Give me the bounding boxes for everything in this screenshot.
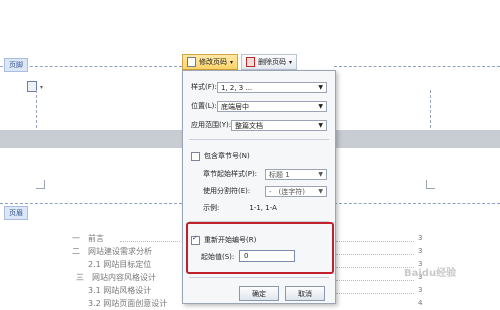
toc-entry: 2.1 网站目标定位 — [88, 260, 152, 269]
modify-page-number-button[interactable]: 修改页码 ▾ — [182, 54, 239, 70]
header-section-tag[interactable]: 页眉 — [4, 206, 28, 220]
scope-row: 应用范围(Y): — [191, 120, 231, 130]
toc-entry: 3.2 网站页面创意设计 — [88, 299, 168, 308]
chapter-style-select[interactable]: 标题 1 ▼ — [265, 169, 327, 180]
toc-leader — [336, 254, 414, 255]
chevron-down-icon: ▾ — [230, 58, 234, 66]
include-chapter-checkbox[interactable]: 包含章节号(N) — [191, 151, 250, 161]
chevron-down-icon: ▾ — [289, 58, 293, 66]
footer-boundary-line — [334, 66, 500, 67]
style-value: 1, 2, 3 ... — [221, 83, 253, 92]
delete-page-number-label: 删除页码 — [258, 58, 287, 66]
margin-corner-mark — [36, 180, 45, 189]
chapter-style-value: 标题 1 — [269, 170, 290, 179]
margin-guide — [36, 90, 37, 128]
chevron-down-icon: ▼ — [318, 84, 323, 91]
toc-entry: 一 前言 — [72, 234, 104, 243]
separator-select[interactable]: - (连字符) ▼ — [265, 186, 327, 197]
watermark-logo: Baidu经验 — [404, 268, 457, 279]
cancel-button[interactable]: 取消 — [285, 286, 325, 301]
divider — [189, 139, 329, 140]
toc-leader — [336, 293, 414, 294]
ok-button[interactable]: 确定 — [239, 286, 279, 301]
header-boundary-line — [0, 203, 182, 204]
toc-entry: 3.1 网站风格设计 — [88, 286, 152, 295]
scope-value: 整篇文档 — [235, 121, 263, 130]
style-row: 样式(F): — [191, 82, 217, 92]
page-number-toolbar: 修改页码 ▾ 删除页码 ▾ — [182, 54, 298, 70]
modify-page-number-label: 修改页码 — [199, 58, 227, 66]
toc-page-number: 3 — [418, 286, 423, 294]
toc-leader — [120, 241, 180, 242]
toc-leader — [336, 280, 414, 281]
margin-corner-mark — [426, 180, 435, 189]
style-label: 样式(F): — [191, 83, 217, 91]
position-label: 位置(L): — [191, 102, 217, 110]
separator-label: 使用分割符(E): — [203, 187, 251, 195]
delete-page-number-button[interactable]: 删除页码 ▾ — [241, 54, 298, 70]
chapter-style-row: 章节起始样式(P): — [203, 169, 257, 179]
position-row: 位置(L): — [191, 101, 217, 111]
style-select[interactable]: 1, 2, 3 ... ▼ — [217, 82, 327, 93]
checkbox[interactable] — [191, 151, 200, 161]
red-highlight-box — [186, 222, 334, 274]
example-value: 1-1, 1-A — [249, 204, 277, 212]
toc-page-number: 3 — [418, 247, 423, 255]
delete-icon — [246, 57, 256, 67]
example-row: 示例: 1-1, 1-A — [203, 203, 277, 213]
divider — [189, 277, 329, 278]
toc-leader — [336, 267, 414, 268]
position-value: 底端居中 — [221, 102, 249, 111]
chevron-down-icon[interactable]: ▾ — [40, 84, 43, 91]
chevron-down-icon: ▼ — [318, 122, 323, 129]
position-select[interactable]: 底端居中 ▼ — [217, 101, 327, 112]
margin-guide — [430, 90, 431, 128]
separator-row: 使用分割符(E): — [203, 186, 250, 196]
toc-page-number: 4 — [418, 299, 423, 307]
chevron-down-icon: ▼ — [318, 103, 323, 110]
page-number-icon — [187, 57, 196, 67]
toc-entry: 三 网站内容风格设计 — [76, 273, 156, 282]
toc-leader — [336, 241, 414, 242]
include-chapter-label: 包含章节号(N) — [204, 152, 250, 160]
footer-section-tag[interactable]: 页脚 — [4, 58, 28, 72]
chapter-style-label: 章节起始样式(P): — [203, 170, 258, 178]
separator-value: - (连字符) — [269, 187, 305, 196]
scope-select[interactable]: 整篇文档 ▼ — [231, 120, 327, 131]
chevron-down-icon: ▼ — [318, 188, 323, 195]
scope-label: 应用范围(Y): — [191, 121, 232, 129]
toc-entry: 二 网站建设需求分析 — [72, 247, 152, 256]
example-label: 示例: — [203, 204, 220, 212]
toc-page-number: 3 — [418, 234, 423, 242]
chevron-down-icon: ▼ — [318, 171, 323, 178]
header-boundary-line — [334, 203, 500, 204]
